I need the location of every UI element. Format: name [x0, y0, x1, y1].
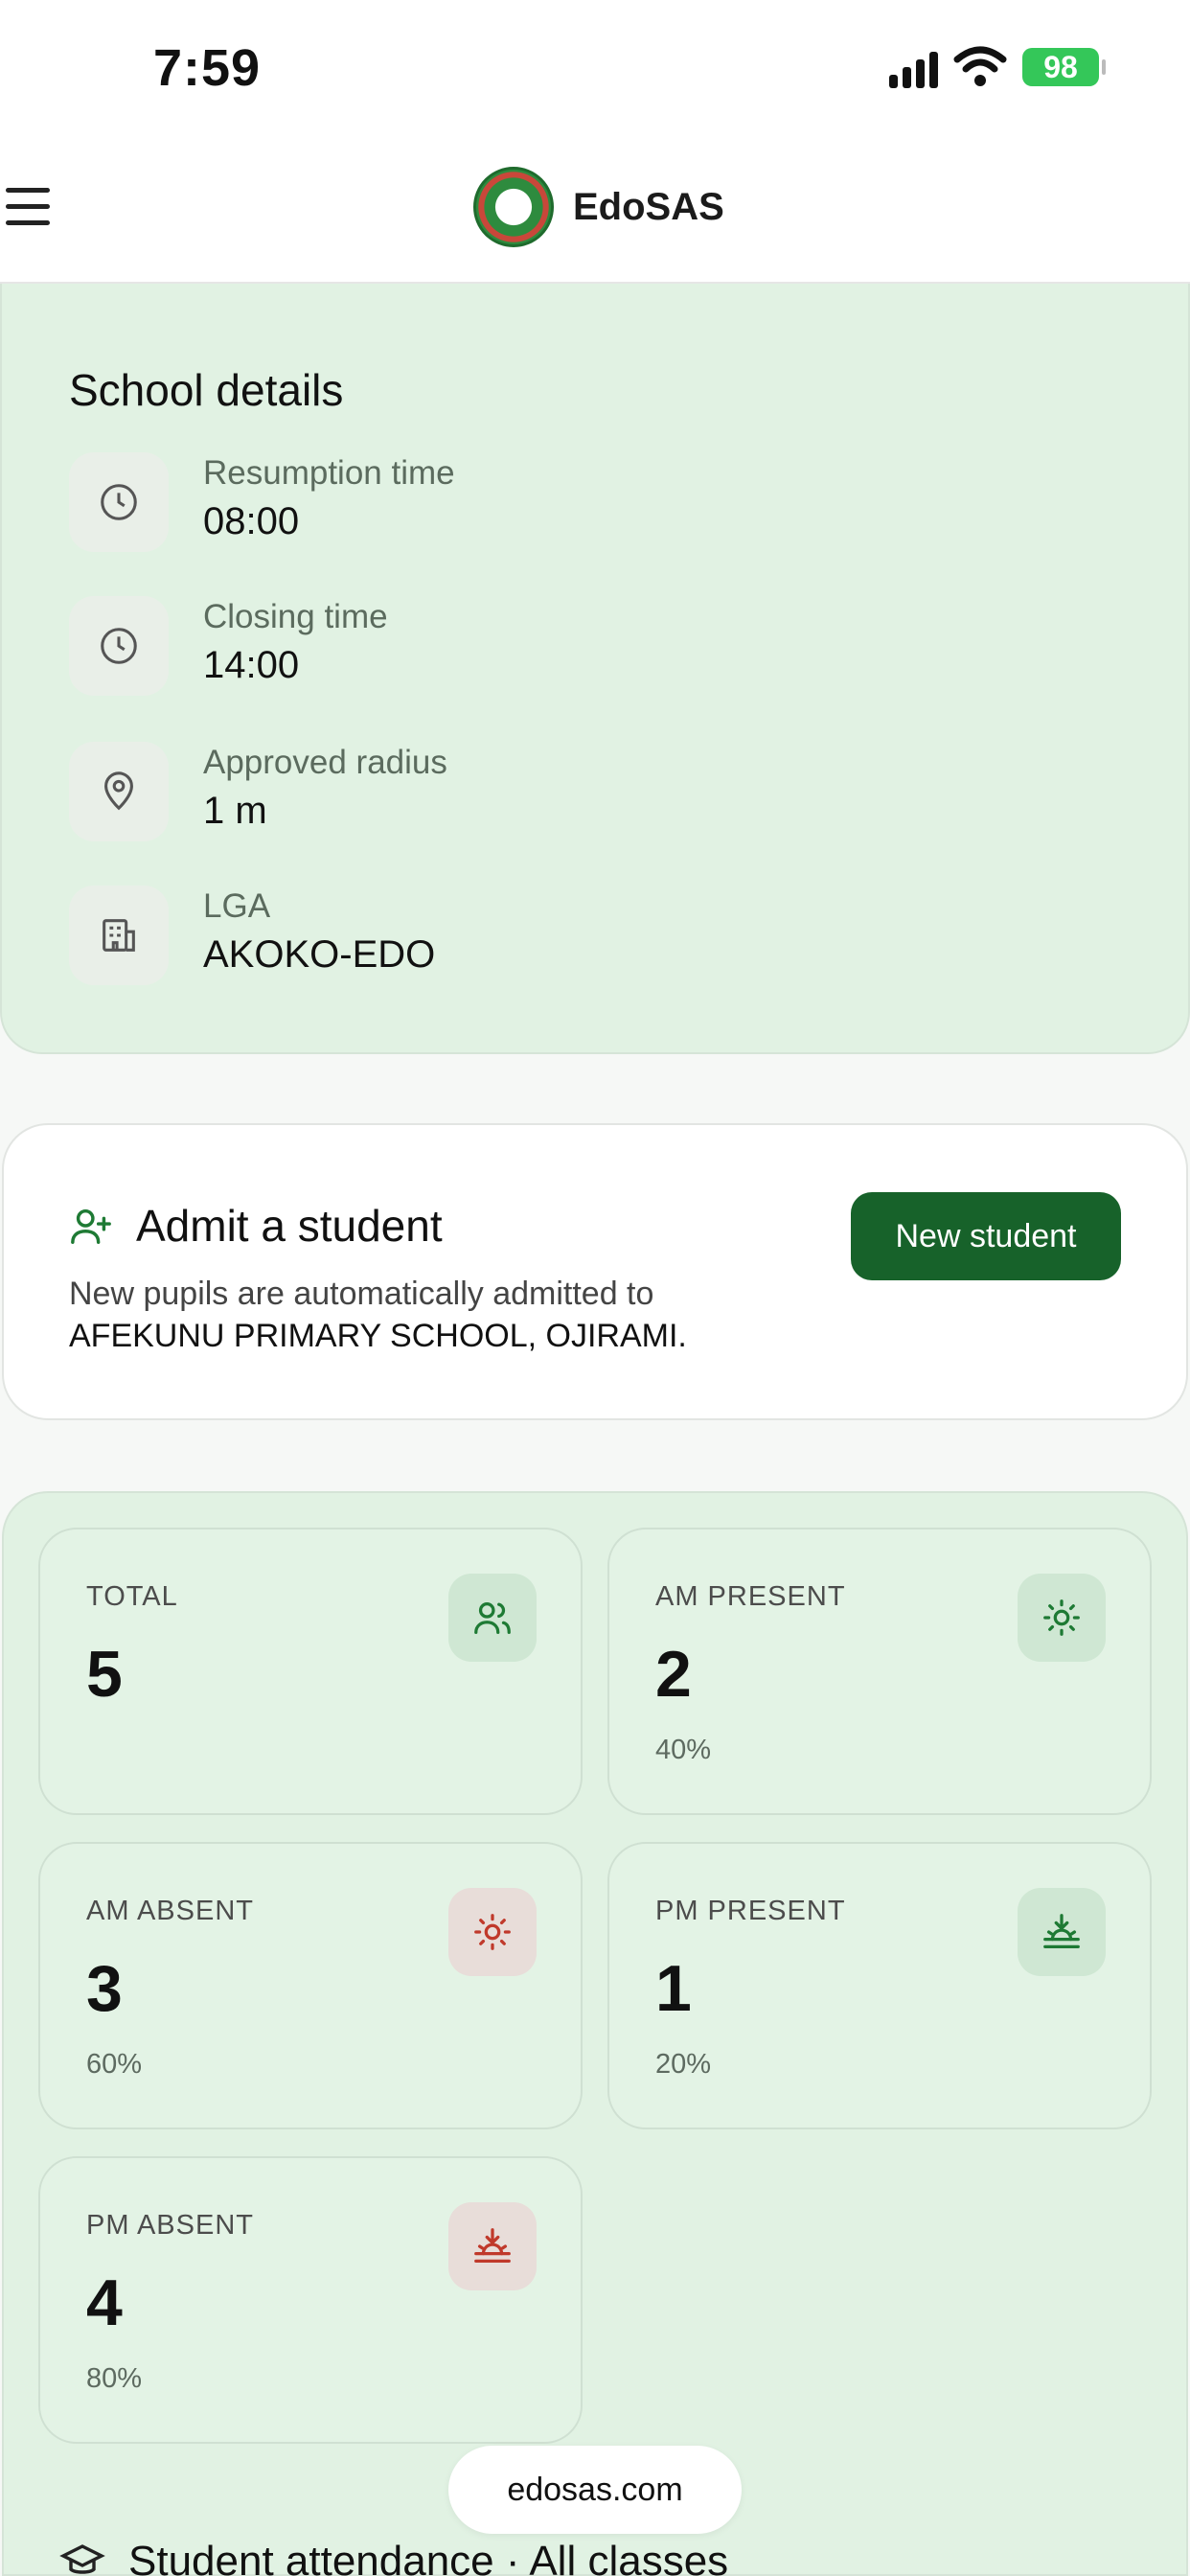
stat-percent: 40%	[655, 1735, 712, 1765]
stat-percent: 20%	[655, 2049, 712, 2080]
signal-icon	[889, 46, 938, 88]
graduation-cap-icon	[59, 2544, 105, 2574]
stat-pm-present[interactable]: PM PRESENT 1 20%	[607, 1842, 1152, 2129]
stat-label: AM ABSENT	[86, 1896, 254, 1926]
stat-percent: 80%	[86, 2363, 143, 2394]
school-details-title: School details	[69, 365, 344, 415]
stat-label: PM ABSENT	[86, 2210, 254, 2241]
stat-am-present[interactable]: AM PRESENT 2 40%	[607, 1528, 1152, 1815]
detail-lga: LGA AKOKO-EDO	[69, 886, 931, 985]
stat-value: 4	[86, 2266, 123, 2339]
app-header: EdoSAS	[0, 125, 1190, 284]
detail-approved-radius: Approved radius 1 m	[69, 742, 931, 841]
detail-resumption-time: Resumption time 08:00	[69, 452, 931, 552]
detail-value: 1 m	[203, 790, 267, 832]
admit-school-name: AFEKUNU PRIMARY SCHOOL, OJIRAMI.	[69, 1318, 687, 1354]
stat-value: 3	[86, 1952, 123, 2025]
detail-closing-time: Closing time 14:00	[69, 596, 931, 696]
clock-icon	[69, 452, 169, 552]
stat-value: 1	[655, 1952, 692, 2025]
stat-percent: 60%	[86, 2049, 143, 2080]
stat-pm-absent[interactable]: PM ABSENT 4 80%	[38, 2156, 583, 2444]
detail-label: Approved radius	[203, 744, 447, 781]
logo	[473, 167, 554, 247]
stat-am-absent[interactable]: AM ABSENT 3 60%	[38, 1842, 583, 2129]
detail-label: LGA	[203, 887, 271, 925]
stat-total[interactable]: TOTAL 5	[38, 1528, 583, 1815]
stat-value: 2	[655, 1638, 692, 1711]
detail-value: AKOKO-EDO	[203, 933, 436, 976]
new-student-button[interactable]: New student	[851, 1192, 1121, 1280]
users-icon	[448, 1574, 537, 1662]
detail-label: Resumption time	[203, 454, 455, 492]
stat-label: AM PRESENT	[655, 1581, 846, 1612]
detail-value: 08:00	[203, 500, 300, 542]
stat-label: TOTAL	[86, 1581, 178, 1612]
status-bar: 7:59 98	[0, 0, 1190, 125]
attendance-title: Student attendance · All classes	[128, 2538, 729, 2576]
stat-value: 5	[86, 1638, 123, 1711]
detail-value: 14:00	[203, 644, 300, 686]
admit-title: Admit a student	[136, 1201, 443, 1251]
sun-icon	[1018, 1574, 1106, 1662]
building-icon	[69, 886, 169, 985]
stat-label: PM PRESENT	[655, 1896, 846, 1926]
sun-icon	[448, 1888, 537, 1976]
admit-description: New pupils are automatically admitted to	[69, 1276, 654, 1312]
brand[interactable]: EdoSAS	[473, 167, 724, 247]
site-url-pill[interactable]: edosas.com	[448, 2446, 742, 2534]
detail-label: Closing time	[203, 598, 388, 635]
wifi-icon	[953, 46, 1007, 86]
clock-icon	[69, 596, 169, 696]
app-name: EdoSAS	[573, 185, 724, 228]
status-icons: 98	[889, 46, 1106, 88]
status-time: 7:59	[153, 39, 262, 97]
menu-icon[interactable]	[6, 188, 50, 226]
battery-icon: 98	[1022, 48, 1106, 86]
map-pin-icon	[69, 742, 169, 841]
sunset-icon	[1018, 1888, 1106, 1976]
sunset-icon	[448, 2202, 537, 2290]
user-plus-icon	[71, 1208, 111, 1244]
attendance-section-header: Student attendance · All classes	[59, 2538, 728, 2576]
